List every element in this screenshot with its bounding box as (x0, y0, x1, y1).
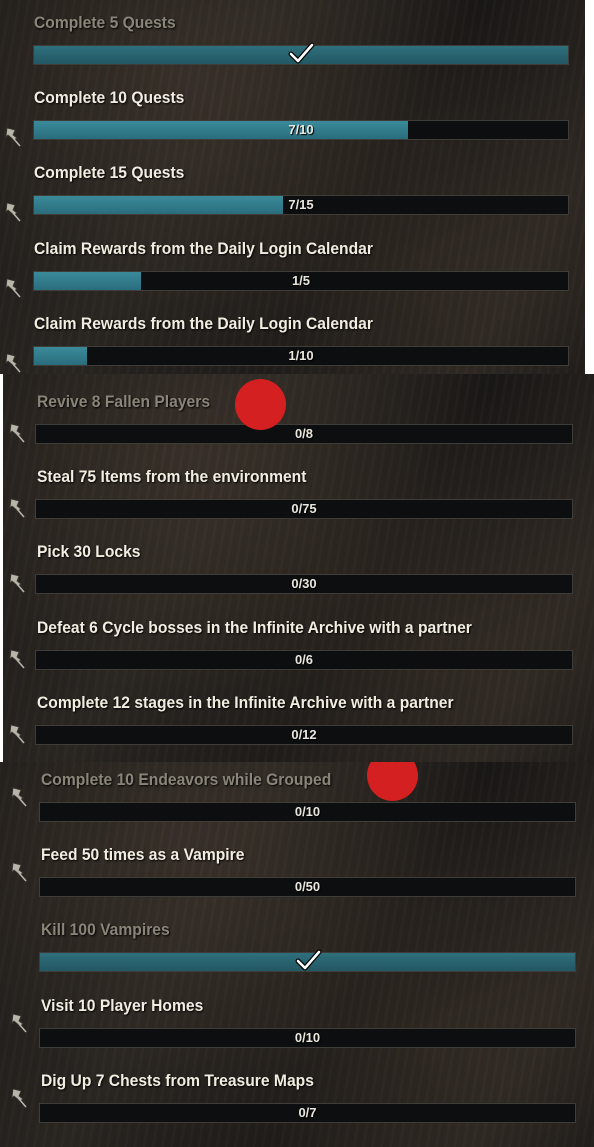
quest-row[interactable]: Complete 10 Endeavors while Grouped 0/10 (0, 762, 594, 839)
quest-title: Complete 10 Endeavors while Grouped (41, 770, 332, 789)
quest-title: Steal 75 Items from the environment (37, 467, 307, 487)
quest-row[interactable]: Dig Up 7 Chests from Treasure Maps 0/7 (0, 1065, 594, 1140)
progress-text: 1/10 (288, 347, 314, 363)
progress-text: 0/10 (294, 804, 321, 819)
quest-row[interactable]: Steal 75 Items from the environment 0/75 (3, 461, 594, 536)
quest-title: Complete 15 Quests (34, 163, 185, 183)
quest-row[interactable]: Defeat 6 Cycle bosses in the Infinite Ar… (3, 612, 594, 687)
endeavor-panel-1: Complete 5 Quests Complete 10 Quests 7/10 C… (0, 0, 585, 374)
progress-bar: 1/10 (33, 345, 569, 366)
progress-bar: 7/15 (33, 195, 569, 216)
quest-row[interactable]: Complete 15 Quests 7/15 (0, 157, 585, 232)
progress-text: 0/75 (291, 501, 317, 517)
pushpin-icon[interactable] (10, 1012, 28, 1034)
quest-row[interactable]: Complete 10 Quests 7/10 (0, 82, 585, 157)
progress-bar: 0/8 (35, 424, 573, 444)
quest-title: Defeat 6 Cycle bosses in the Infinite Ar… (37, 617, 472, 637)
quest-title: Complete 10 Quests (34, 88, 185, 108)
progress-bar: 0/6 (35, 649, 573, 670)
progress-text: 0/10 (294, 1029, 321, 1045)
quest-row[interactable]: Complete 5 Quests (0, 7, 585, 82)
progress-bar: 7/10 (33, 120, 569, 141)
pushpin-icon[interactable] (4, 201, 22, 223)
quest-title: Complete 12 stages in the Infinite Archi… (37, 692, 454, 712)
progress-text: 7/10 (288, 122, 314, 138)
quest-title: Feed 50 times as a Vampire (41, 845, 245, 865)
pushpin-icon[interactable] (8, 497, 26, 519)
pushpin-icon[interactable] (10, 861, 28, 883)
progress-text: 1/5 (291, 272, 311, 288)
quest-title: Kill 100 Vampires (41, 920, 170, 940)
pushpin-icon[interactable] (10, 1087, 28, 1109)
quest-title: Pick 30 Locks (37, 542, 141, 562)
progress-bar: 0/10 (39, 802, 576, 822)
progress-bar: 0/12 (35, 724, 573, 745)
quest-row[interactable]: Visit 10 Player Homes 0/10 (0, 990, 594, 1065)
quest-title: Claim Rewards from the Daily Login Calen… (34, 238, 373, 258)
quest-row[interactable]: Claim Rewards from the Daily Login Calen… (0, 233, 585, 308)
quest-title: Visit 10 Player Homes (41, 995, 204, 1015)
endeavor-panel-3: Complete 10 Endeavors while Grouped 0/10 F… (0, 762, 594, 1147)
red-circle-marker (367, 762, 418, 801)
progress-text: 7/15 (288, 197, 314, 213)
progress-bar (39, 949, 576, 973)
red-circle-marker (235, 379, 286, 430)
checkmark-icon (294, 949, 322, 973)
quest-row[interactable]: Kill 100 Vampires (0, 914, 594, 989)
pushpin-icon[interactable] (8, 723, 26, 745)
progress-bar: 0/75 (35, 499, 573, 520)
quest-row[interactable]: Claim Rewards from the Daily Login Calen… (0, 308, 585, 374)
quest-row[interactable]: Pick 30 Locks 0/30 (3, 536, 594, 611)
pushpin-icon[interactable] (4, 352, 22, 374)
quest-row[interactable]: Revive 8 Fallen Players 0/8 (3, 379, 594, 461)
progress-text: 0/12 (291, 726, 317, 742)
quest-title: Complete 5 Quests (34, 13, 176, 32)
endeavor-panel-2: Revive 8 Fallen Players 0/8 Steal 75 Items… (3, 374, 594, 762)
progress-text: 0/30 (291, 576, 317, 592)
quest-title: Dig Up 7 Chests from Treasure Maps (41, 1070, 314, 1090)
pushpin-icon[interactable] (8, 422, 26, 444)
pushpin-icon[interactable] (4, 277, 22, 299)
quest-row[interactable]: Complete 12 stages in the Infinite Archi… (3, 687, 594, 762)
pushpin-icon[interactable] (4, 126, 22, 148)
pushpin-icon[interactable] (8, 648, 26, 670)
progress-bar: 0/7 (39, 1102, 576, 1123)
progress-text: 0/50 (294, 879, 321, 895)
progress-bar: 0/30 (35, 574, 573, 595)
pushpin-icon[interactable] (8, 572, 26, 594)
checkmark-icon (287, 42, 315, 66)
quest-title: Revive 8 Fallen Players (37, 392, 211, 411)
pushpin-icon[interactable] (10, 786, 28, 808)
progress-text: 0/7 (298, 1104, 317, 1120)
quest-row[interactable]: Feed 50 times as a Vampire 0/50 (0, 839, 594, 914)
progress-bar: 0/10 (39, 1027, 576, 1048)
progress-text: 0/8 (294, 426, 314, 441)
progress-bar (33, 42, 569, 66)
progress-bar: 0/50 (39, 877, 576, 898)
progress-text: 0/6 (294, 651, 314, 667)
quest-title: Claim Rewards from the Daily Login Calen… (34, 313, 373, 333)
progress-bar: 1/5 (33, 270, 569, 291)
